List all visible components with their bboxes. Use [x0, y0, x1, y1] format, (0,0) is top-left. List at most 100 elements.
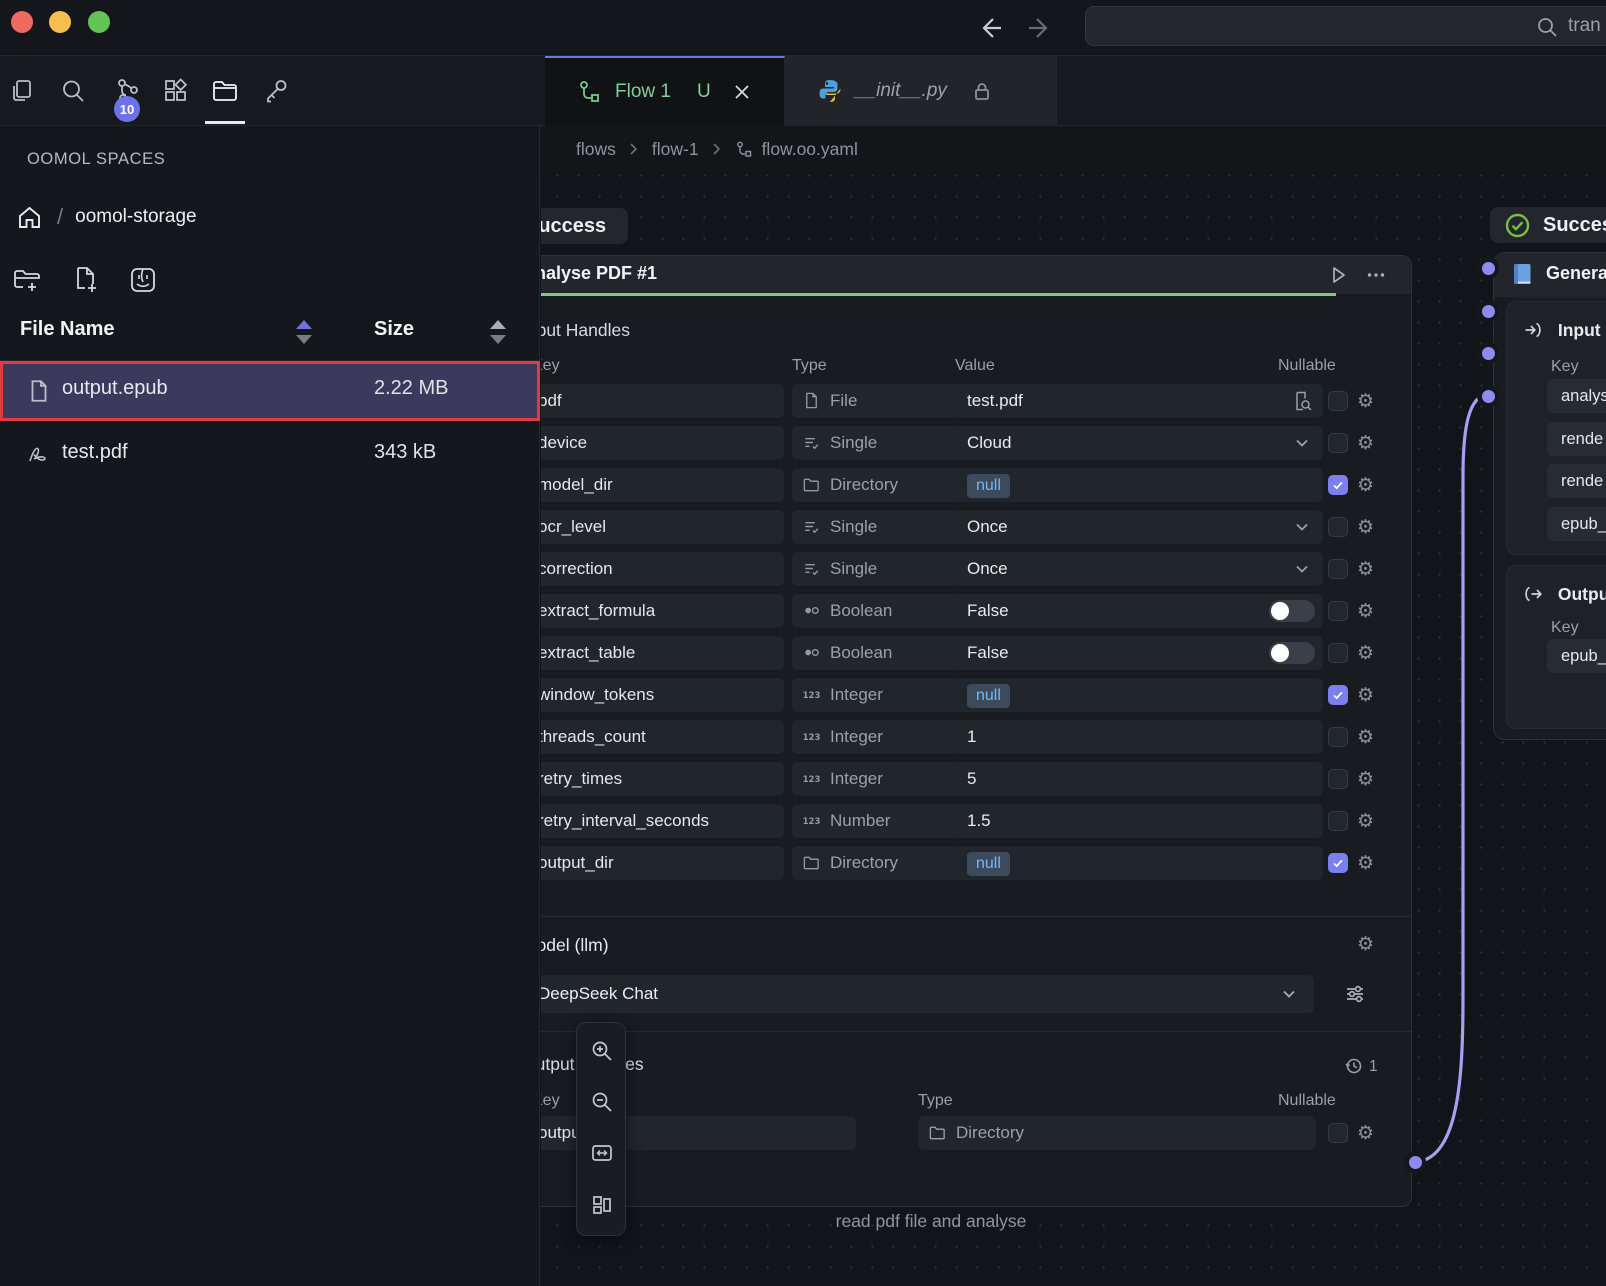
- value-field[interactable]: test.pdf: [955, 384, 1323, 418]
- nullable-checkbox[interactable]: [1328, 391, 1348, 411]
- model-select[interactable]: DeepSeek Chat: [541, 975, 1314, 1013]
- key-field[interactable]: pdf: [541, 384, 784, 418]
- minimize-window-button[interactable]: [49, 11, 71, 33]
- type-field[interactable]: Single: [792, 510, 962, 544]
- gear-icon[interactable]: ⚙: [1357, 767, 1374, 791]
- model-gear-icon[interactable]: ⚙: [1357, 933, 1374, 955]
- close-tab-icon[interactable]: [733, 83, 751, 101]
- key-field[interactable]: correction: [541, 552, 784, 586]
- key-field[interactable]: model_dir: [541, 468, 784, 502]
- nullable-checkbox[interactable]: [1328, 601, 1348, 621]
- column-file-name[interactable]: File Name: [20, 318, 114, 341]
- type-field[interactable]: 123Integer: [792, 678, 962, 712]
- type-field[interactable]: Directory: [792, 468, 962, 502]
- file-row[interactable]: test.pdf 343 kB: [2, 427, 538, 483]
- column-size[interactable]: Size: [374, 318, 414, 341]
- type-field[interactable]: Boolean: [792, 636, 962, 670]
- sort-file-name-icon[interactable]: [296, 320, 312, 344]
- zoom-in-button[interactable]: [583, 1032, 621, 1070]
- type-field[interactable]: 123Number: [792, 804, 962, 838]
- fit-view-button[interactable]: [583, 1134, 621, 1172]
- type-field[interactable]: 123Integer: [792, 762, 962, 796]
- nullable-checkbox[interactable]: [1328, 433, 1348, 453]
- value-field[interactable]: False: [955, 636, 1323, 670]
- path-current-folder[interactable]: oomol-storage: [75, 206, 196, 228]
- breadcrumb-item[interactable]: flow-1: [652, 139, 699, 160]
- key-field[interactable]: threads_count: [541, 720, 784, 754]
- model-settings-icon[interactable]: [1344, 983, 1366, 1005]
- node2-input-port[interactable]: [1477, 257, 1499, 279]
- boolean-toggle[interactable]: [1269, 642, 1315, 664]
- type-field[interactable]: Single: [792, 552, 962, 586]
- command-search-input[interactable]: tran: [1085, 6, 1606, 46]
- gear-icon[interactable]: ⚙: [1357, 389, 1374, 413]
- node-menu-icon[interactable]: [1365, 264, 1387, 286]
- gear-icon[interactable]: ⚙: [1357, 851, 1374, 875]
- reveal-in-finder-icon[interactable]: [128, 265, 158, 295]
- zoom-out-button[interactable]: [583, 1083, 621, 1121]
- key-field[interactable]: output_dir: [541, 846, 784, 880]
- gear-icon[interactable]: ⚙: [1357, 599, 1374, 623]
- type-field[interactable]: Boolean: [792, 594, 962, 628]
- node2-input-port[interactable]: [1477, 300, 1499, 322]
- nullable-checkbox[interactable]: [1328, 727, 1348, 747]
- gear-icon[interactable]: ⚙: [1357, 683, 1374, 707]
- home-icon[interactable]: [16, 204, 43, 231]
- node2-input-key[interactable]: rende: [1547, 464, 1606, 498]
- gear-icon[interactable]: ⚙: [1357, 641, 1374, 665]
- node2-input-key[interactable]: rende: [1547, 422, 1606, 456]
- value-field[interactable]: Once: [955, 510, 1323, 544]
- nullable-checkbox[interactable]: [1328, 517, 1348, 537]
- key-field[interactable]: extract_formula: [541, 594, 784, 628]
- node1-header[interactable]: Analyse PDF #1: [541, 256, 1411, 294]
- type-field[interactable]: Directory: [918, 1116, 1316, 1150]
- file-search-icon[interactable]: [1291, 390, 1313, 412]
- nullable-checkbox[interactable]: [1328, 475, 1348, 495]
- nullable-checkbox[interactable]: [1328, 769, 1348, 789]
- boolean-toggle[interactable]: [1269, 600, 1315, 622]
- copy-files-icon[interactable]: [8, 77, 36, 105]
- key-field[interactable]: device: [541, 426, 784, 460]
- node2-input-port[interactable]: [1477, 342, 1499, 364]
- node2-input-port[interactable]: [1477, 385, 1499, 407]
- nullable-checkbox[interactable]: [1328, 853, 1348, 873]
- key-icon[interactable]: [262, 77, 290, 105]
- maximize-window-button[interactable]: [88, 11, 110, 33]
- key-field[interactable]: retry_interval_seconds: [541, 804, 784, 838]
- node1-output-port[interactable]: [1404, 1151, 1426, 1173]
- back-arrow-button[interactable]: [975, 13, 1005, 43]
- nullable-checkbox[interactable]: [1328, 1123, 1348, 1143]
- node-analyse-pdf[interactable]: Analyse PDF #1 Input Handles Key Type Va…: [541, 255, 1412, 1207]
- nullable-checkbox[interactable]: [1328, 559, 1348, 579]
- value-field[interactable]: 5: [955, 762, 1323, 796]
- file-row[interactable]: output.epub 2.22 MB: [2, 363, 538, 419]
- extensions-icon[interactable]: [162, 77, 190, 105]
- value-field[interactable]: null: [955, 846, 1323, 880]
- forward-arrow-button[interactable]: [1025, 13, 1055, 43]
- gear-icon[interactable]: ⚙: [1357, 431, 1374, 455]
- gear-icon[interactable]: ⚙: [1357, 473, 1374, 497]
- node2-header[interactable]: Genera: [1494, 253, 1606, 297]
- nullable-checkbox[interactable]: [1328, 685, 1348, 705]
- breadcrumb-item[interactable]: flow.oo.yaml: [762, 139, 858, 160]
- flow-canvas[interactable]: Success Analyse PDF #1 Input Handles Key…: [541, 126, 1606, 1286]
- gear-icon[interactable]: ⚙: [1357, 515, 1374, 539]
- value-field[interactable]: Cloud: [955, 426, 1323, 460]
- type-field[interactable]: Directory: [792, 846, 962, 880]
- key-field[interactable]: retry_times: [541, 762, 784, 796]
- run-node-icon[interactable]: [1327, 264, 1349, 286]
- history-indicator[interactable]: 1: [1344, 1056, 1396, 1078]
- gear-icon[interactable]: ⚙: [1357, 557, 1374, 581]
- breadcrumb-item[interactable]: flows: [576, 139, 616, 160]
- tab-init-py[interactable]: __init__.py: [785, 56, 1057, 126]
- auto-layout-button[interactable]: [583, 1186, 621, 1224]
- tab-flow-1[interactable]: Flow 1 U: [545, 56, 785, 126]
- key-field[interactable]: extract_table: [541, 636, 784, 670]
- value-field[interactable]: null: [955, 468, 1323, 502]
- node2-output-key[interactable]: epub_: [1547, 639, 1606, 673]
- type-field[interactable]: File: [792, 384, 962, 418]
- node2-input-key[interactable]: epub_: [1547, 507, 1606, 541]
- type-field[interactable]: Single: [792, 426, 962, 460]
- key-field[interactable]: ocr_level: [541, 510, 784, 544]
- new-folder-icon[interactable]: [12, 265, 42, 295]
